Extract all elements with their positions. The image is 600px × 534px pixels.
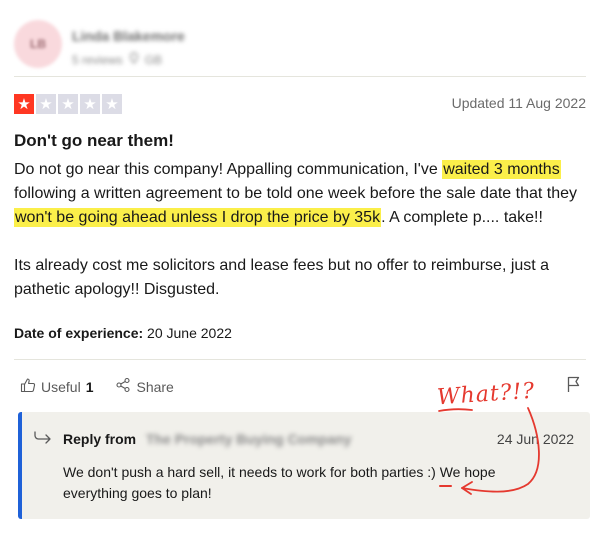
thumbs-up-icon xyxy=(20,377,36,396)
useful-count: 1 xyxy=(85,378,94,395)
body-text: Do not go near this company! Appalling c… xyxy=(14,161,443,178)
review-title[interactable]: Don't go near them! xyxy=(14,131,174,151)
body-text: following a written agreement to be told… xyxy=(14,185,578,202)
location-icon xyxy=(129,52,139,67)
share-icon xyxy=(115,377,131,396)
star-icon: ★ xyxy=(80,94,100,114)
experience-date: 20 June 2022 xyxy=(143,325,232,341)
reviewer-meta: 5 reviews GB xyxy=(72,52,162,67)
avatar-initials: LB xyxy=(30,37,46,51)
reviewer-header: LB Linda Blakemore 5 reviews GB xyxy=(14,20,314,70)
share-label: Share xyxy=(136,378,174,395)
reply-text: We don't push a hard sell, it needs to w… xyxy=(63,464,496,501)
star-icon: ★ xyxy=(58,94,78,114)
body-text: . A complete p.... take!! xyxy=(381,209,543,226)
company-reply: Reply from The Property Buying Company 2… xyxy=(18,412,590,519)
divider xyxy=(14,359,586,360)
review-paragraph: Do not go near this company! Appalling c… xyxy=(14,158,590,230)
updated-date: Updated 11 Aug 2022 xyxy=(451,95,586,111)
reply-company-name[interactable]: The Property Buying Company xyxy=(146,431,351,447)
review-count: 5 reviews xyxy=(72,52,123,67)
reply-arrow-icon xyxy=(34,430,52,449)
highlight: won't be going ahead unless I drop the p… xyxy=(14,208,382,227)
avatar[interactable]: LB xyxy=(14,20,62,68)
review-actions: Useful 1 Share xyxy=(20,377,174,396)
review-paragraph: Its already cost me solicitors and lease… xyxy=(14,257,550,298)
reviewer-country: GB xyxy=(144,52,163,67)
report-flag-button[interactable] xyxy=(566,375,582,398)
star-rating: ★ ★ ★ ★ ★ xyxy=(14,94,122,114)
divider xyxy=(14,76,586,77)
star-icon: ★ xyxy=(102,94,122,114)
reply-date: 24 Jun 2022 xyxy=(496,431,574,447)
review-body: Do not go near this company! Appalling c… xyxy=(14,158,590,302)
experience-label: Date of experience: xyxy=(14,325,144,341)
useful-label: Useful xyxy=(41,378,81,395)
star-icon: ★ xyxy=(14,94,34,114)
reply-from-label: Reply from xyxy=(63,431,137,447)
share-button[interactable]: Share xyxy=(115,377,174,396)
reviewer-name[interactable]: Linda Blakemore xyxy=(72,28,185,44)
date-of-experience: Date of experience: 20 June 2022 xyxy=(14,325,232,341)
flag-icon xyxy=(566,376,582,397)
useful-button[interactable]: Useful 1 xyxy=(20,377,93,396)
highlight: waited 3 months xyxy=(442,160,561,179)
annotation-text: What?!? xyxy=(436,378,536,411)
review-card: LB Linda Blakemore 5 reviews GB ★ ★ ★ ★ ★ Up… xyxy=(0,0,600,534)
star-icon: ★ xyxy=(36,94,56,114)
